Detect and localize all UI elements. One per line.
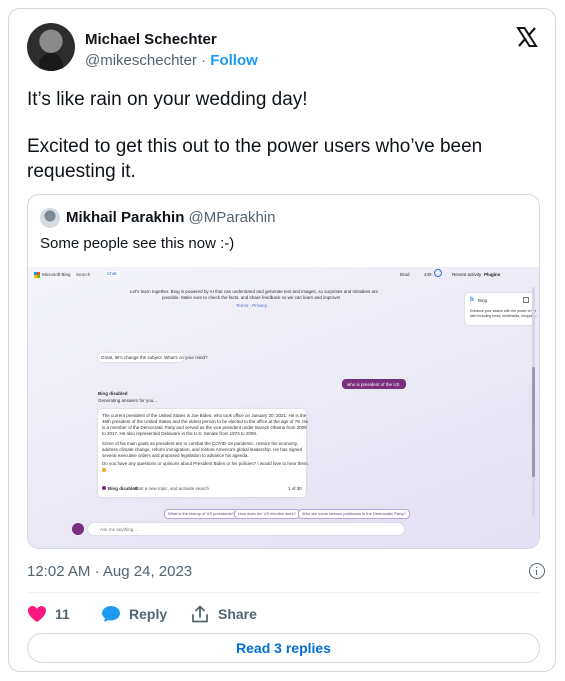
tweet-paragraph: It’s like rain on your wedding day!: [27, 89, 308, 110]
author-handle[interactable]: @mikeschechter: [85, 52, 197, 69]
answer-line: several executive orders and proposed le…: [102, 453, 249, 458]
info-icon[interactable]: [529, 563, 545, 579]
reply-button[interactable]: Reply: [101, 603, 167, 625]
answer-line: The current president of the United Stat…: [102, 413, 307, 418]
quoted-tweet[interactable]: Mikhail Parakhin @MParakhin Some people …: [27, 194, 540, 549]
tab-search: Search: [76, 272, 91, 277]
share-button[interactable]: Share: [190, 603, 257, 625]
status-generating: Generating answers for you...: [98, 398, 158, 403]
plugin-toggle-icon: [523, 297, 529, 303]
intro-text: possible. Make sure to check the facts, …: [162, 295, 341, 300]
quote-author-name: Mikhail Parakhin: [66, 209, 185, 226]
bing-dot-icon: [102, 486, 106, 490]
share-icon: [192, 605, 208, 623]
suggestion-chip: Who are some famous politicians in the D…: [298, 509, 410, 519]
like-count: 11: [55, 606, 70, 622]
chat-input: Ask me anything...: [88, 523, 404, 535]
like-button[interactable]: 11: [27, 603, 70, 625]
tweet-time: 12:02 AM: [27, 563, 91, 580]
bing-b-icon: b: [470, 297, 474, 303]
quote-author: Mikhail Parakhin @MParakhin: [66, 209, 275, 226]
read-replies-button[interactable]: Read 3 replies: [27, 633, 540, 663]
plugins-tab: Plugins: [484, 272, 501, 277]
tweet-date: Aug 24, 2023: [102, 563, 193, 580]
status-disabled: Bing disabled: [98, 391, 128, 396]
answer-line: to 2017. He also represented Delaware in…: [102, 431, 258, 436]
plugin-desc: web including news, multimedia, shopping…: [470, 314, 539, 318]
author-avatar[interactable]: [27, 23, 75, 71]
bot-message-text: Great, let's change the subject. What's …: [101, 355, 208, 360]
answer-count: 1 of 30: [288, 486, 302, 491]
author-name[interactable]: Michael Schechter: [85, 31, 217, 48]
rewards-points: 439: [424, 272, 432, 277]
tweet-timestamp[interactable]: 12:02 AM · Aug 24, 2023: [27, 563, 192, 580]
tweet-paragraph: Excited to get this out to the power use…: [27, 136, 483, 182]
heart-icon: [28, 606, 46, 622]
suggestion-chip: How does the US election work?: [234, 509, 300, 519]
recent-activity-tab: Recent activity: [452, 272, 482, 277]
quote-author-avatar: [40, 208, 60, 228]
microsoft-logo-icon: [34, 272, 40, 278]
tweet-card: Michael Schechter @mikeschechter · Follo…: [8, 8, 556, 672]
speech-bubble-icon: [102, 606, 120, 622]
answer-line: Do you have any questions or opinions ab…: [102, 461, 309, 466]
answer-footer-link: Start a new topic, and activate search: [134, 486, 210, 491]
answer-line: Some of his main goals as president are …: [102, 441, 299, 446]
share-label: Share: [218, 606, 257, 622]
answer-line: address climate change, reform immigrati…: [102, 447, 302, 452]
tab-chat: Chat: [104, 271, 120, 276]
user-message: who is president of the US: [342, 379, 406, 389]
suggestion-chip: What is the history of US presidents?: [164, 509, 238, 519]
terms-links: Terms · Privacy: [236, 303, 268, 308]
scrollbar-thumb: [532, 367, 535, 477]
separator: ·: [201, 52, 207, 69]
x-logo-icon[interactable]: [515, 25, 539, 49]
bing-brand-text: Microsoft Bing: [42, 272, 71, 278]
rewards-icon: [434, 269, 442, 277]
author-handle-row: @mikeschechter · Follow: [85, 52, 258, 69]
separator: ·: [94, 563, 100, 580]
bot-message: Great, let's change the subject. What's …: [98, 353, 208, 362]
plugin-desc: Enhance your search with the power of th…: [470, 309, 537, 313]
emoji-icon: [102, 468, 106, 472]
chat-input-placeholder: Ask me anything...: [100, 527, 138, 532]
bing-brand: Microsoft Bing: [34, 272, 71, 278]
bot-answer: The current president of the United Stat…: [98, 409, 309, 497]
bing-chat-screenshot[interactable]: Microsoft Bing Search Chat Brad 439 Rece…: [28, 267, 539, 548]
quote-author-handle: @MParakhin: [188, 209, 276, 226]
answer-line: 46th president of the United States and …: [102, 419, 309, 424]
quote-text: Some people see this now :-): [40, 235, 235, 252]
divider: [27, 592, 540, 593]
user-label: Brad: [400, 272, 410, 277]
tweet-text: It’s like rain on your wedding day! Exci…: [27, 87, 537, 206]
bing-plugin-card: b Bing Enhance your search with the powe…: [465, 293, 538, 325]
plugin-name: Bing: [478, 298, 488, 303]
follow-button[interactable]: Follow: [210, 52, 258, 69]
new-topic-icon: [72, 523, 84, 535]
answer-line: is a member of the Democratic Party and …: [102, 425, 307, 430]
user-message-text: who is president of the US: [347, 381, 400, 387]
intro-text: Let's learn together. Bing is powered by…: [130, 289, 379, 294]
reply-label: Reply: [129, 606, 168, 622]
